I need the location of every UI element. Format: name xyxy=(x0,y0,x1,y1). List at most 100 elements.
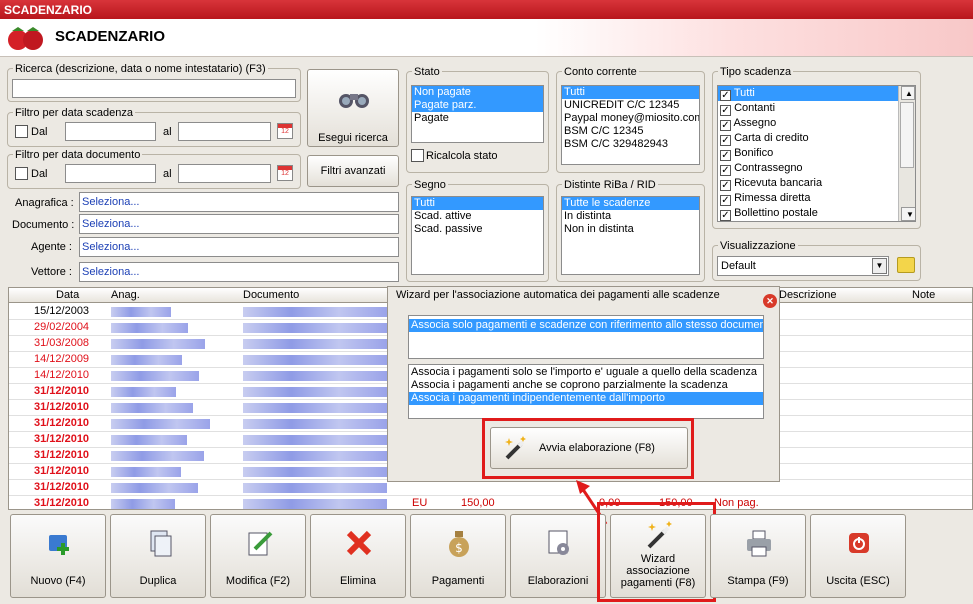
search-button[interactable]: Esegui ricerca xyxy=(307,69,399,147)
anagrafica-label: Anagrafica : xyxy=(15,197,74,209)
blurred-documento xyxy=(243,323,387,333)
page-title: SCADENZARIO xyxy=(55,28,166,45)
list-item: ✓ Assegno xyxy=(720,117,777,131)
search-button-label: Esegui ricerca xyxy=(318,132,388,144)
duplicate-icon xyxy=(150,530,172,557)
elimina-button[interactable]: Elimina xyxy=(310,514,406,598)
list-item[interactable]: Tutte le scadenze xyxy=(562,197,699,210)
blurred-documento xyxy=(243,467,387,477)
list-item[interactable]: BSM C/C 12345 xyxy=(562,125,699,138)
duplica-label: Duplica xyxy=(139,575,177,587)
date-cell: 14/12/2010 xyxy=(34,369,90,381)
list-item[interactable]: Tutti xyxy=(562,86,699,99)
tipo-label: Tipo scadenza xyxy=(718,66,794,78)
segno-list[interactable]: Tutti Scad. attive Scad. passive xyxy=(411,196,544,275)
scroll-up-icon[interactable]: ▲ xyxy=(901,86,915,100)
col-descrizione[interactable]: Descrizione xyxy=(779,289,836,301)
list-item[interactable]: Pagate parz. xyxy=(412,99,543,112)
list-item[interactable]: Paypal money@miosito.com xyxy=(562,112,699,125)
stato-cell: Non pag. xyxy=(714,497,759,509)
agente-select[interactable]: Seleziona... xyxy=(79,237,399,257)
advanced-filters-button[interactable]: Filtri avanzati xyxy=(307,155,399,187)
doc-filter-checkbox[interactable] xyxy=(15,167,28,180)
pagamenti-button[interactable]: $ Pagamenti xyxy=(410,514,506,598)
scroll-thumb[interactable] xyxy=(900,102,914,168)
calendar-icon[interactable]: 12 xyxy=(277,165,293,181)
list-item[interactable]: UNICREDIT C/C 12345 xyxy=(562,99,699,112)
list-item[interactable]: Associa solo pagamenti e scadenze con ri… xyxy=(409,319,763,332)
list-item[interactable]: Scad. attive xyxy=(412,210,543,223)
list-item[interactable]: In distinta xyxy=(562,210,699,223)
vettore-select[interactable]: Seleziona... xyxy=(79,262,399,282)
list-item[interactable]: Pagate xyxy=(412,112,543,125)
search-input[interactable] xyxy=(12,79,296,98)
doc-filter-label: Filtro per data documento xyxy=(13,149,143,161)
due-to-input[interactable] xyxy=(178,122,271,141)
wizard-options-list[interactable]: Associa i pagamenti solo se l'importo e'… xyxy=(408,364,764,419)
table-row[interactable]: 31/12/2010 xyxy=(9,480,972,496)
wizard-top-list[interactable]: Associa solo pagamenti e scadenze con ri… xyxy=(408,315,764,359)
date-cell: 31/12/2010 xyxy=(34,481,90,493)
blurred-documento xyxy=(243,307,387,317)
tipo-scrollbar[interactable]: ▲ ▼ xyxy=(898,86,915,221)
segno-label: Segno xyxy=(412,179,448,191)
blurred-documento xyxy=(243,435,387,445)
distinte-list[interactable]: Tutte le scadenze In distinta Non in dis… xyxy=(561,196,700,275)
elaborazioni-button[interactable]: Elaborazioni xyxy=(510,514,606,598)
due-filter-checkbox[interactable] xyxy=(15,125,28,138)
uscita-button[interactable]: Uscita (ESC) xyxy=(810,514,906,598)
uscita-label: Uscita (ESC) xyxy=(826,575,890,587)
list-item[interactable]: Non pagate xyxy=(412,86,543,99)
conto-list[interactable]: Tutti UNICREDIT C/C 12345 Paypal money@m… xyxy=(561,85,700,165)
list-item[interactable]: BSM C/C 329482943 xyxy=(562,138,699,151)
blurred-documento xyxy=(243,387,387,397)
due-from-input[interactable] xyxy=(65,122,156,141)
doc-from-label: Dal xyxy=(31,168,48,180)
doc-from-input[interactable] xyxy=(65,164,156,183)
blurred-anag xyxy=(111,387,176,397)
list-item[interactable]: Scad. passive xyxy=(412,223,543,236)
list-item[interactable]: Associa i pagamenti solo se l'importo e'… xyxy=(409,366,763,379)
table-row[interactable]: 31/12/2010 EU 150,00 0,00 150,00 Non pag. xyxy=(9,496,972,509)
list-item[interactable]: Associa i pagamenti indipendentemente da… xyxy=(409,392,763,405)
nuovo-button[interactable]: Nuovo (F4) xyxy=(10,514,106,598)
chevron-down-icon[interactable]: ▼ xyxy=(872,258,887,274)
date-cell: 14/12/2009 xyxy=(34,353,90,365)
due-filter-label: Filtro per data scadenza xyxy=(13,107,136,119)
binoculars-icon xyxy=(339,94,369,108)
folder-icon[interactable] xyxy=(897,257,915,273)
visualizzazione-label: Visualizzazione xyxy=(718,240,798,252)
blurred-documento xyxy=(243,403,387,413)
search-label: Ricerca (descrizione, data o nome intest… xyxy=(13,63,268,75)
ricalcola-checkbox[interactable] xyxy=(411,149,424,162)
calendar-icon[interactable]: 12 xyxy=(277,123,293,139)
stato-list[interactable]: Non pagate Pagate parz. Pagate xyxy=(411,85,544,143)
col-data[interactable]: Data xyxy=(56,289,79,301)
blurred-anag xyxy=(111,355,182,365)
doc-to-input[interactable] xyxy=(178,164,271,183)
anagrafica-select[interactable]: Seleziona... xyxy=(79,192,399,212)
col-anag[interactable]: Anag. xyxy=(111,289,140,301)
modifica-button[interactable]: Modifica (F2) xyxy=(210,514,306,598)
list-item: ✓ Tutti xyxy=(718,86,915,101)
list-item: ✓ Carta di credito xyxy=(720,132,809,146)
blurred-anag xyxy=(111,499,175,509)
scroll-down-icon[interactable]: ▼ xyxy=(901,207,915,221)
list-item: ✓ Bonifico xyxy=(720,147,774,161)
conto-label: Conto corrente xyxy=(562,66,639,78)
close-icon[interactable]: ✕ xyxy=(763,294,777,308)
duplica-button[interactable]: Duplica xyxy=(110,514,206,598)
documento-select[interactable]: Seleziona... xyxy=(79,214,399,234)
blurred-documento xyxy=(243,371,387,381)
col-note[interactable]: Note xyxy=(912,289,935,301)
list-item[interactable]: Tutti xyxy=(412,197,543,210)
date-cell: 31/12/2010 xyxy=(34,385,90,397)
list-item[interactable]: Non in distinta xyxy=(562,223,699,236)
visualizzazione-select[interactable]: Default ▼ xyxy=(717,256,889,276)
list-item[interactable]: Associa i pagamenti anche se coprono par… xyxy=(409,379,763,392)
highlight-box xyxy=(597,502,716,602)
stampa-button[interactable]: Stampa (F9) xyxy=(710,514,806,598)
svg-text:$: $ xyxy=(455,541,463,555)
col-documento[interactable]: Documento xyxy=(243,289,299,301)
tipo-list[interactable]: ✓ Tutti ✓ Contanti ✓ Assegno ✓ Carta di … xyxy=(717,85,916,222)
